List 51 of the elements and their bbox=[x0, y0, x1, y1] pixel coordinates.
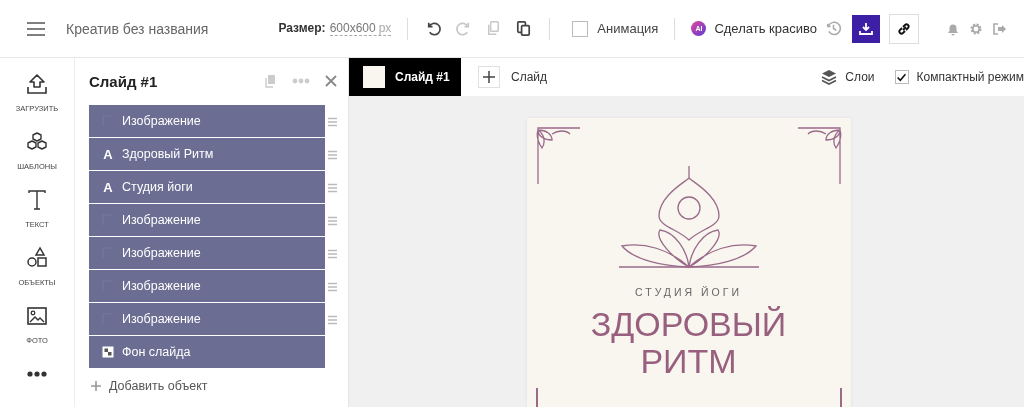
link-button[interactable] bbox=[889, 13, 919, 44]
drag-handle-icon[interactable] bbox=[328, 149, 337, 160]
compact-mode-checkbox[interactable] bbox=[894, 70, 909, 84]
layer-item[interactable]: Изображение bbox=[89, 270, 325, 302]
photo-icon[interactable] bbox=[25, 304, 49, 328]
plus-icon bbox=[482, 70, 496, 84]
checker-icon bbox=[102, 346, 114, 358]
layer-item[interactable]: Изображение bbox=[89, 105, 325, 137]
layer-item[interactable]: A Здоровый Ритм bbox=[89, 138, 325, 170]
slide-subtitle[interactable]: СТУДИЯ ЙОГИ bbox=[635, 286, 742, 298]
add-slide-label[interactable]: Слайд bbox=[511, 70, 548, 84]
size-label: Размер: bbox=[278, 21, 326, 36]
logout-icon[interactable] bbox=[992, 21, 1006, 36]
history-icon[interactable] bbox=[824, 19, 843, 38]
slide-tab[interactable]: Слайд #1 bbox=[349, 58, 461, 96]
drag-handle-icon[interactable] bbox=[328, 248, 337, 259]
download-button[interactable] bbox=[852, 14, 880, 43]
layer-item[interactable]: Фон слайда bbox=[89, 336, 325, 368]
layer-item[interactable]: Изображение bbox=[89, 204, 325, 236]
animation-label: Анимация bbox=[597, 21, 659, 36]
layer-item[interactable]: A Студия йоги bbox=[89, 171, 325, 203]
upload-icon[interactable] bbox=[25, 72, 49, 96]
size-value[interactable]: 600x600 px bbox=[329, 21, 392, 36]
close-icon[interactable] bbox=[324, 74, 338, 88]
slide-title[interactable]: ЗДОРОВЫЙ РИТМ bbox=[588, 306, 789, 381]
add-object-button[interactable]: Добавить объект bbox=[89, 379, 338, 393]
objects-icon[interactable] bbox=[25, 246, 49, 270]
download-icon bbox=[859, 21, 873, 36]
layer-item[interactable]: Изображение bbox=[89, 237, 325, 269]
layer-item[interactable]: Изображение bbox=[89, 303, 325, 335]
drag-handle-icon[interactable] bbox=[328, 215, 337, 226]
settings-icon[interactable] bbox=[969, 21, 983, 36]
plus-icon bbox=[89, 379, 103, 393]
drag-handle-icon[interactable] bbox=[328, 116, 337, 127]
drag-handle-icon[interactable] bbox=[328, 281, 337, 292]
add-slide-button[interactable] bbox=[478, 66, 500, 88]
link-icon bbox=[897, 21, 911, 36]
corner-ornament bbox=[796, 126, 842, 186]
drag-handle-icon[interactable] bbox=[328, 314, 337, 325]
layers-icon[interactable] bbox=[821, 69, 838, 85]
copy-icon[interactable] bbox=[264, 74, 278, 88]
corner-ornament bbox=[535, 126, 581, 186]
drag-handle-icon[interactable] bbox=[328, 182, 337, 193]
document-title[interactable]: Креатив без названия bbox=[66, 20, 209, 37]
animation-checkbox[interactable] bbox=[572, 20, 589, 37]
slide-canvas[interactable]: СТУДИЯ ЙОГИ ЗДОРОВЫЙ РИТМ bbox=[526, 118, 851, 407]
menu-icon[interactable] bbox=[26, 20, 46, 37]
panel-title: Слайд #1 bbox=[89, 72, 158, 90]
text-icon[interactable] bbox=[25, 188, 49, 212]
compact-mode-label: Компактный режим bbox=[916, 70, 1024, 84]
layers-label[interactable]: Слои bbox=[845, 70, 875, 84]
